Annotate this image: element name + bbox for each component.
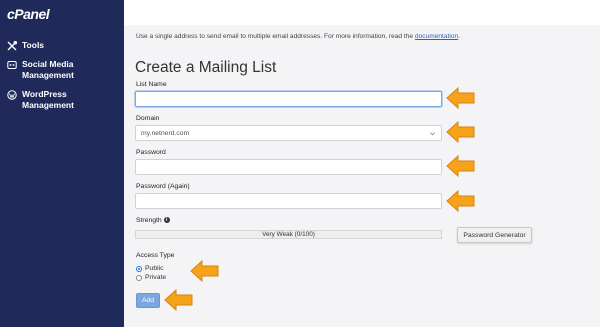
tools-icon [7, 41, 17, 51]
sidebar-item-tools[interactable]: Tools [7, 40, 44, 51]
intro-suffix: . [458, 33, 461, 40]
strength-label-row: Strength i [136, 217, 170, 224]
password-generator-button[interactable]: Password Generator [457, 227, 532, 243]
access-type-label: Access Type [136, 252, 175, 259]
top-bar [124, 0, 600, 25]
list-name-label: List Name [136, 81, 167, 88]
arrow-icon [446, 154, 475, 178]
radio-button[interactable] [136, 274, 142, 281]
sidebar: cPanel Tools Social Media Management Wor… [0, 0, 124, 327]
sidebar-item-label: Tools [22, 40, 45, 50]
page-title: Create a Mailing List [135, 59, 277, 76]
wordpress-icon [7, 90, 17, 100]
password-input[interactable] [135, 159, 442, 175]
intro-body: Use a single address to send email to mu… [136, 33, 415, 40]
add-button[interactable]: Add [136, 293, 160, 308]
chevron-down-icon [430, 131, 435, 135]
arrow-icon [164, 288, 193, 312]
domain-label: Domain [136, 115, 160, 122]
arrow-icon [446, 120, 475, 144]
password-strength-meter: Very Weak (0/100) [135, 230, 442, 239]
domain-select[interactable]: my.netnerd.com [135, 125, 442, 141]
cpanel-logo[interactable]: cPanel [7, 6, 50, 22]
arrow-icon [446, 189, 475, 213]
sidebar-item-label: Social Media Management [22, 59, 74, 80]
domain-selected-value: my.netnerd.com [141, 129, 190, 137]
sidebar-item-wordpress[interactable]: WordPress Management [7, 89, 74, 111]
intro-text: Use a single address to send email to mu… [136, 33, 460, 40]
password-again-label: Password (Again) [136, 183, 190, 190]
access-public-radio[interactable]: Public [136, 265, 164, 272]
list-name-input[interactable] [135, 91, 442, 107]
radio-label: Public [145, 265, 164, 272]
access-private-radio[interactable]: Private [136, 274, 166, 281]
social-media-icon [7, 60, 17, 70]
sidebar-item-social-media[interactable]: Social Media Management [7, 59, 74, 81]
radio-button[interactable] [136, 265, 142, 272]
arrow-icon [190, 259, 219, 283]
password-label: Password [136, 149, 166, 156]
radio-label: Private [145, 274, 167, 281]
password-again-input[interactable] [135, 193, 442, 209]
strength-label: Strength [136, 217, 162, 224]
documentation-link[interactable]: documentation [415, 33, 458, 40]
sidebar-item-label: WordPress Management [22, 89, 74, 110]
arrow-icon [446, 86, 475, 110]
info-icon[interactable]: i [163, 217, 170, 224]
